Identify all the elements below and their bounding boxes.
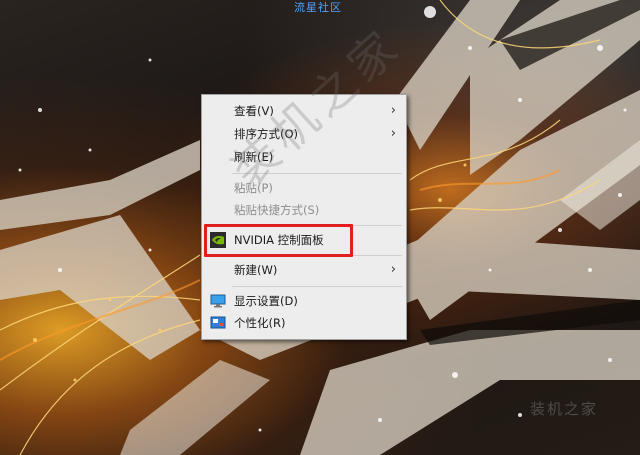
highlight-annotation-box [204,224,353,257]
menu-item-personalize[interactable]: 个性化(R) [202,312,406,334]
menu-item-label: 个性化(R) [234,316,286,330]
menu-item-display-settings[interactable]: 显示设置(D) [202,290,406,312]
menu-item-paste-shortcut[interactable]: 粘贴快捷方式(S) [202,199,406,221]
menu-separator [232,286,402,287]
menu-item-label: 粘贴快捷方式(S) [234,203,320,217]
personalize-icon [210,316,226,329]
chevron-right-icon: › [390,103,396,118]
menu-item-paste[interactable]: 粘贴(P) [202,177,406,199]
menu-item-label: 显示设置(D) [234,294,298,308]
menu-item-label: 新建(W) [234,263,278,277]
chevron-right-icon: › [390,126,396,141]
chevron-right-icon: › [390,262,396,277]
display-settings-icon [210,294,226,308]
watermark-top: 流星社区 [294,1,342,14]
watermark-corner: 装机之家 [530,400,599,418]
menu-item-new[interactable]: 新建(W) › [202,259,406,281]
